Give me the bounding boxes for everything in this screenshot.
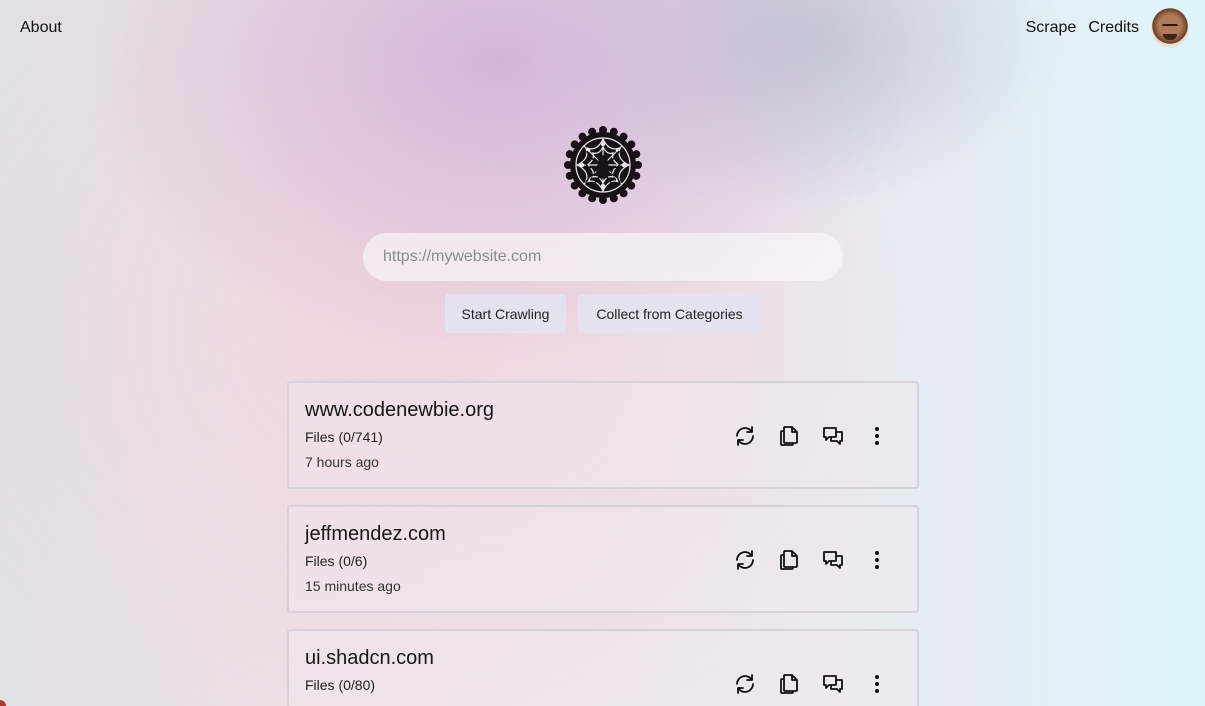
site-card: www.codenewbie.org Files (0/741) 7 hours… — [287, 381, 919, 489]
logo-tooth — [609, 127, 618, 136]
logo-tooth — [627, 181, 636, 190]
more-vertical-icon[interactable] — [855, 423, 899, 449]
site-domain[interactable]: ui.shadcn.com — [305, 647, 434, 670]
logo-tooth — [619, 132, 628, 141]
logo-tooth — [634, 161, 642, 169]
site-domain[interactable]: jeffmendez.com — [305, 523, 446, 546]
logo-tooth — [619, 189, 628, 198]
site-timestamp: 15 minutes ago — [305, 578, 401, 594]
nav-credits-link[interactable]: Credits — [1088, 19, 1139, 37]
logo-tooth — [599, 196, 607, 204]
logo-tooth — [578, 189, 587, 198]
logo-tooth — [564, 161, 572, 169]
collect-from-categories-button[interactable]: Collect from Categories — [578, 294, 761, 333]
window-corner — [0, 700, 6, 706]
logo-tooth — [588, 127, 597, 136]
refresh-icon[interactable] — [723, 671, 767, 697]
nav-right: Scrape Credits — [1026, 8, 1189, 48]
site-domain[interactable]: www.codenewbie.org — [305, 399, 494, 422]
chat-icon[interactable] — [811, 671, 855, 697]
spider-web-logo — [564, 126, 642, 204]
copy-icon[interactable] — [767, 671, 811, 697]
user-avatar[interactable] — [1151, 8, 1189, 48]
logo-tooth — [588, 194, 597, 203]
copy-icon[interactable] — [767, 547, 811, 573]
url-input[interactable] — [363, 233, 843, 281]
site-card: jeffmendez.com Files (0/6) 15 minutes ag… — [287, 505, 919, 613]
more-vertical-icon[interactable] — [855, 671, 899, 697]
card-actions — [723, 423, 899, 449]
logo-tooth — [632, 150, 641, 159]
copy-icon[interactable] — [767, 423, 811, 449]
logo-tooth — [627, 140, 636, 149]
nav-about-link[interactable]: About — [20, 19, 62, 37]
site-files-count: Files (0/6) — [305, 553, 368, 569]
refresh-icon[interactable] — [723, 423, 767, 449]
more-vertical-icon[interactable] — [855, 547, 899, 573]
site-timestamp: 7 hours ago — [305, 454, 379, 470]
logo-tooth — [632, 171, 641, 180]
logo-tooth — [570, 181, 579, 190]
logo-tooth — [578, 132, 587, 141]
logo-tooth — [609, 194, 618, 203]
logo-tooth — [565, 171, 574, 180]
start-crawling-button[interactable]: Start Crawling — [445, 294, 566, 333]
site-card: ui.shadcn.com Files (0/80) — [287, 629, 919, 706]
chat-icon[interactable] — [811, 547, 855, 573]
logo-tooth — [599, 126, 607, 134]
chat-icon[interactable] — [811, 423, 855, 449]
site-files-count: Files (0/741) — [305, 429, 383, 445]
card-actions — [723, 547, 899, 573]
card-actions — [723, 671, 899, 697]
site-files-count: Files (0/80) — [305, 677, 376, 693]
refresh-icon[interactable] — [723, 547, 767, 573]
nav-scrape-link[interactable]: Scrape — [1026, 19, 1077, 37]
logo-tooth — [570, 140, 579, 149]
logo-tooth — [565, 150, 574, 159]
